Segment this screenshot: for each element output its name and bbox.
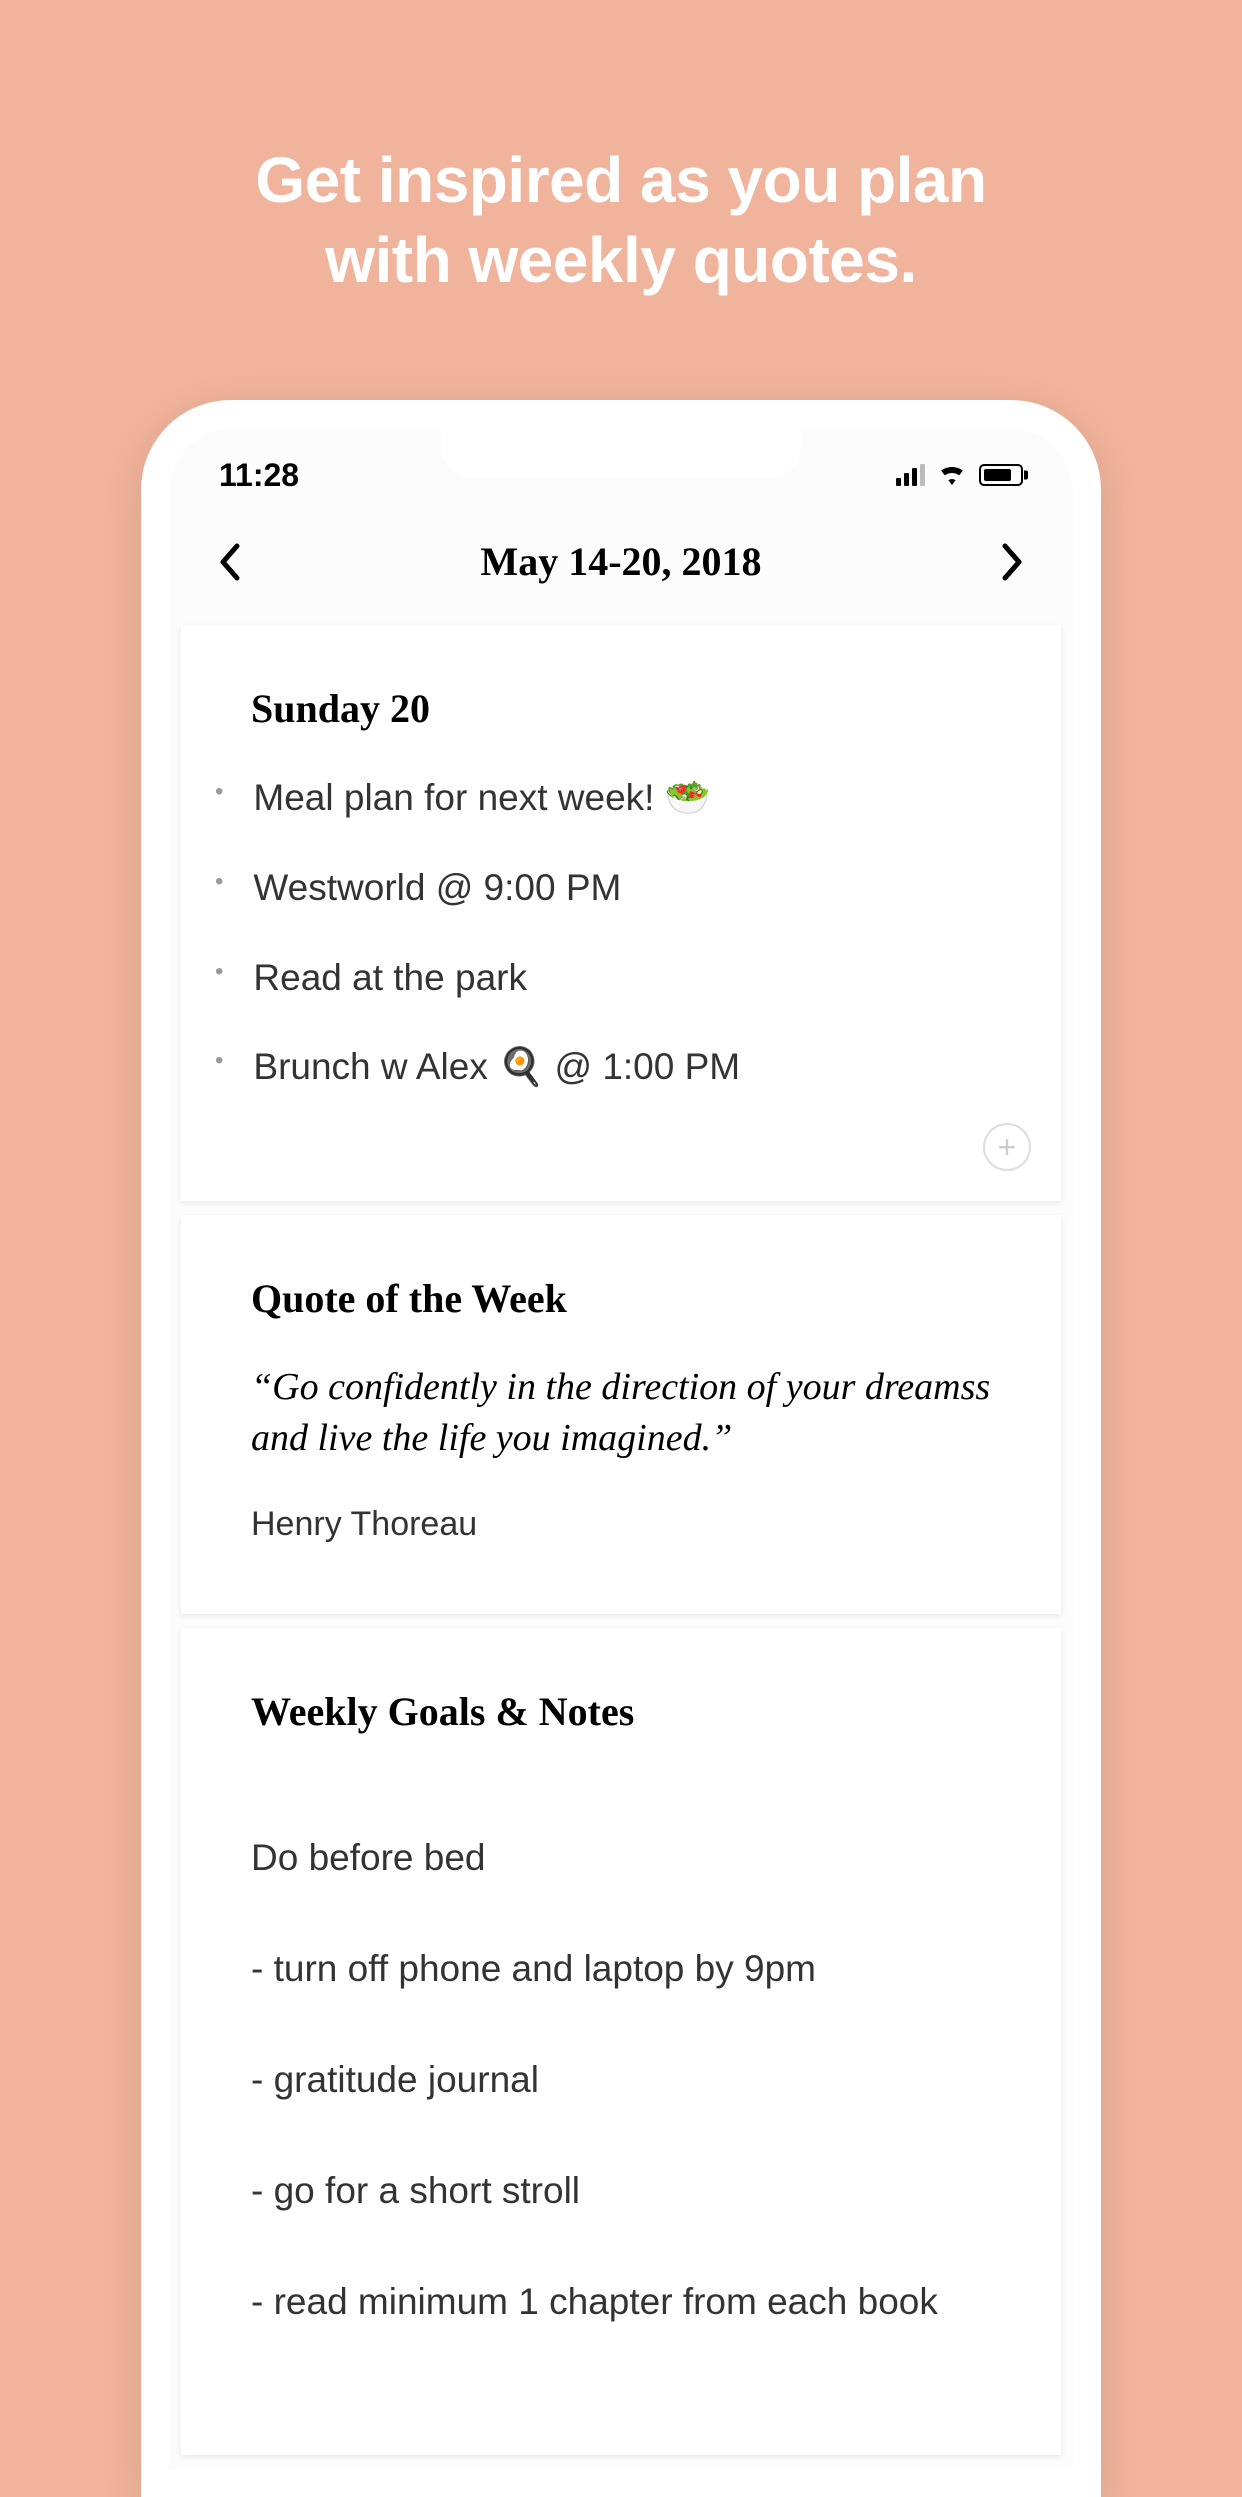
add-task-button[interactable]: + (983, 1123, 1031, 1171)
task-text: Brunch w Alex 🍳 @ 1:00 PM (253, 1041, 740, 1093)
task-item[interactable]: • Westworld @ 9:00 PM (215, 862, 991, 914)
promo-line-1: Get inspired as you plan (0, 140, 1242, 220)
task-item[interactable]: • Read at the park (215, 952, 991, 1004)
quote-author: Henry Thoreau (251, 1505, 991, 1544)
quote-section-title: Quote of the Week (251, 1275, 991, 1322)
goals-item: - go for a short stroll (251, 2163, 991, 2219)
status-time: 11:28 (219, 457, 299, 494)
bullet-icon: • (215, 772, 223, 812)
bullet-icon: • (215, 862, 223, 902)
plus-icon: + (998, 1129, 1017, 1166)
chevron-left-icon (217, 542, 241, 582)
phone-screen: 11:28 (169, 428, 1073, 2469)
goals-card[interactable]: Weekly Goals & Notes Do before bed - tur… (181, 1628, 1061, 2456)
signal-icon (896, 464, 925, 486)
promo-headline: Get inspired as you plan with weekly quo… (0, 0, 1242, 300)
chevron-right-icon (1001, 542, 1025, 582)
task-item[interactable]: • Brunch w Alex 🍳 @ 1:00 PM (215, 1041, 991, 1093)
task-text: Meal plan for next week! 🥗 (253, 772, 710, 824)
phone-notch (441, 428, 801, 478)
day-card[interactable]: Sunday 20 • Meal plan for next week! 🥗 •… (181, 625, 1061, 1201)
bullet-icon: • (215, 952, 223, 992)
promo-line-2: with weekly quotes. (0, 220, 1242, 300)
status-icons (896, 461, 1023, 490)
battery-icon (979, 464, 1023, 486)
goals-intro: Do before bed (251, 1830, 991, 1886)
task-text: Read at the park (253, 952, 527, 1004)
next-week-button[interactable] (993, 542, 1033, 582)
prev-week-button[interactable] (209, 542, 249, 582)
task-text: Westworld @ 9:00 PM (253, 862, 621, 914)
day-title: Sunday 20 (251, 685, 991, 732)
phone-frame: 11:28 (141, 400, 1101, 2497)
goals-content: Do before bed - turn off phone and lapto… (251, 1775, 991, 2386)
bullet-icon: • (215, 1041, 223, 1081)
quote-card[interactable]: Quote of the Week “Go confidently in the… (181, 1215, 1061, 1614)
quote-text: “Go confidently in the direction of your… (251, 1362, 991, 1465)
wifi-icon (937, 461, 967, 490)
goals-item: - read minimum 1 chapter from each book (251, 2274, 991, 2330)
goals-section-title: Weekly Goals & Notes (251, 1688, 991, 1735)
goals-item: - turn off phone and laptop by 9pm (251, 1941, 991, 1997)
task-item[interactable]: • Meal plan for next week! 🥗 (215, 772, 991, 824)
goals-item: - gratitude journal (251, 2052, 991, 2108)
week-range-title: May 14-20, 2018 (480, 538, 761, 585)
week-nav-header: May 14-20, 2018 (169, 508, 1073, 625)
